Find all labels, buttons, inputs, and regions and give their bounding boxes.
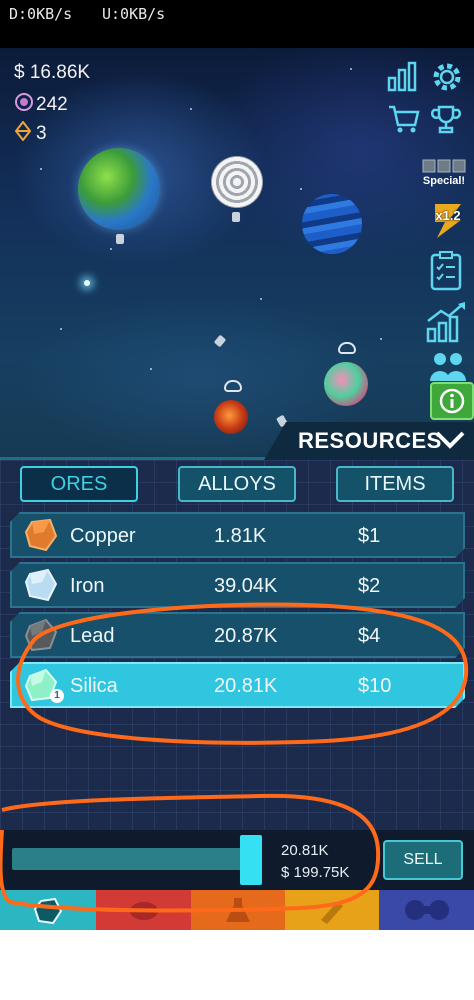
star (40, 168, 42, 170)
chevron-down-icon[interactable] (434, 428, 466, 457)
resource-price: $4 (358, 625, 381, 647)
special-offer-button[interactable]: Special! (418, 152, 470, 192)
resource-row-iron[interactable]: Iron 39.04K $2 (10, 562, 465, 608)
furnace-icon (129, 902, 158, 920)
lead-ore-icon (24, 618, 58, 652)
selection-badge: 1 (50, 689, 64, 703)
planet-blue-gas[interactable] (302, 194, 362, 254)
copper-ore-icon (24, 518, 58, 552)
special-label: Special! (422, 175, 466, 187)
slider-handle[interactable] (240, 835, 262, 885)
mining-ship (232, 212, 240, 222)
resource-row-copper[interactable]: Copper 1.81K $1 (10, 512, 465, 558)
sell-value: $ 199.75K (281, 864, 350, 881)
boost-label: x1.2 (435, 208, 461, 223)
star (260, 298, 262, 300)
star (60, 328, 62, 330)
star (350, 68, 352, 70)
cart-icon (389, 105, 420, 133)
dark-matter-counter: 242 (14, 92, 68, 117)
resource-price: $2 (358, 575, 381, 597)
bar-chart-icon (387, 61, 417, 92)
resource-amount: 1.81K (214, 525, 267, 547)
flask-icon (226, 898, 250, 922)
boost-button[interactable]: x1.2 (428, 200, 468, 242)
tab-crafting-nav[interactable] (191, 890, 285, 930)
mining-ship (213, 334, 227, 348)
tab-items[interactable]: ITEMS (336, 466, 454, 502)
growth-chart-icon (426, 302, 465, 343)
tab-ores[interactable]: ORES (20, 466, 138, 502)
settings-button[interactable] (428, 58, 466, 96)
tab-research-nav[interactable] (379, 890, 474, 930)
gem-counter: 3 (14, 120, 47, 146)
star (190, 108, 192, 110)
star (380, 338, 382, 340)
resource-name: Iron (70, 575, 105, 597)
galaxy-view[interactable]: $ 16.86K 242 3 Special! x1.2 (0, 48, 474, 460)
gift-bundle-icon (422, 159, 466, 173)
resource-amount: 20.87K (214, 625, 278, 647)
resource-name: Silica (70, 675, 118, 697)
crystal-icon (33, 897, 63, 925)
resources-title: RESOURCES (298, 428, 442, 453)
iron-ore-icon (24, 568, 58, 602)
info-icon (439, 388, 465, 414)
resource-row-silica[interactable]: 1 Silica 20.81K $10 (10, 662, 465, 708)
planet-ringed-white[interactable] (211, 156, 263, 208)
tab-projects-nav[interactable] (285, 890, 379, 930)
gear-icon (433, 63, 461, 91)
hammer-icon (321, 902, 343, 924)
shop-button[interactable] (386, 102, 422, 136)
clipboard-icon (430, 251, 462, 291)
star (110, 248, 112, 250)
missions-button[interactable] (426, 248, 466, 294)
gem-icon (14, 120, 32, 146)
manager-station (224, 380, 242, 392)
star (150, 368, 152, 370)
dark-matter-value: 242 (36, 93, 68, 115)
sell-amount-slider[interactable] (12, 848, 252, 870)
upload-speed: U:0KB/s (102, 5, 166, 23)
resource-amount: 39.04K (214, 575, 278, 597)
resource-price: $1 (358, 525, 381, 547)
status-bar: D:0KB/s U:0KB/s (0, 0, 474, 48)
stats-button[interactable] (384, 58, 420, 94)
people-icon (430, 353, 466, 381)
planet-pink-swirl[interactable] (324, 362, 368, 406)
money-value: $ 16.86K (14, 62, 91, 83)
tab-ores-nav[interactable] (0, 890, 96, 930)
tab-alloys[interactable]: ALLOYS (178, 466, 296, 502)
resource-price: $10 (358, 675, 392, 697)
resource-amount: 20.81K (214, 675, 278, 697)
planet-earthlike[interactable] (78, 148, 160, 230)
planet-lava[interactable] (214, 400, 248, 434)
research-icon (404, 900, 449, 920)
resource-name: Lead (70, 625, 115, 647)
blank-area (0, 930, 474, 1000)
mining-ship (116, 234, 124, 244)
upgrades-button[interactable] (424, 300, 470, 344)
resource-row-lead[interactable]: Lead 20.87K $4 (10, 612, 465, 658)
manager-station (338, 342, 356, 354)
star (300, 188, 302, 190)
bright-star (84, 280, 90, 286)
info-button[interactable] (430, 382, 474, 420)
money-counter: $ 16.86K (14, 62, 90, 84)
sell-quantity: 20.81K (281, 842, 329, 859)
achievements-button[interactable] (428, 102, 464, 136)
resource-name: Copper (70, 525, 136, 547)
dark-matter-icon (14, 92, 33, 117)
tab-smelting-nav[interactable] (96, 890, 191, 930)
managers-button[interactable] (426, 348, 470, 384)
download-speed: D:0KB/s (9, 5, 73, 23)
gem-value: 3 (36, 122, 47, 144)
trophy-icon (431, 105, 461, 134)
sell-button[interactable]: SELL (383, 840, 463, 880)
